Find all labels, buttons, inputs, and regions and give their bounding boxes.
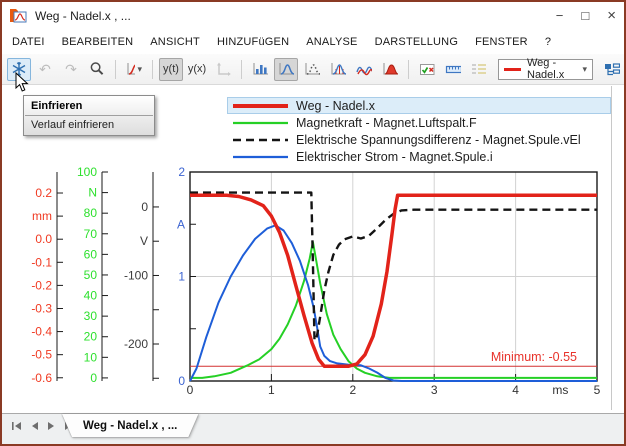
signal-tree-button[interactable]	[600, 58, 624, 81]
menu-item-datei[interactable]: DATEI	[12, 36, 45, 48]
window-title: Weg - Nadel.x , ...	[35, 9, 131, 23]
filled-chart-button[interactable]	[378, 58, 402, 81]
legend-label: Weg - Nadel.x	[296, 99, 375, 113]
toolbar-separator	[152, 60, 153, 79]
curve-icon	[126, 62, 135, 76]
menubar: DATEI BEARBEITEN ANSICHT HINZUFüGEN ANALYSE D…	[2, 29, 624, 54]
titlebar: Weg - Nadel.x , ... − □ ×	[2, 2, 624, 29]
redo-button[interactable]: ↷	[59, 58, 83, 81]
tooltip-title: Einfrieren	[24, 96, 154, 115]
freeze-tooltip: Einfrieren Verlauf einfrieren	[23, 95, 155, 136]
stem-curve-icon	[330, 62, 346, 76]
waves-icon	[356, 62, 372, 76]
legend-line-swatch	[232, 101, 289, 111]
dotted-chart-button[interactable]	[300, 58, 324, 81]
menu-item-fenster[interactable]: FENSTER	[475, 36, 528, 48]
chevron-down-icon: ▾	[582, 64, 587, 75]
tab-strip: Weg - Nadel.x , ...	[2, 413, 624, 444]
tree-icon	[604, 62, 620, 77]
tab-weg-nadel[interactable]: Weg - Nadel.x , ...	[62, 414, 198, 437]
filled-curve-icon	[382, 62, 398, 76]
undo-icon: ↶	[39, 62, 51, 76]
undo-button[interactable]: ↶	[33, 58, 57, 81]
first-tab-button[interactable]	[11, 421, 22, 431]
y-t-button[interactable]: y(t)	[159, 58, 183, 81]
signal-combobox[interactable]: Weg - Nadel.x ▾	[498, 59, 593, 80]
magnifier-icon	[89, 61, 105, 77]
overlay-chart-button[interactable]	[352, 58, 376, 81]
legend-line-swatch	[232, 152, 289, 162]
legend-line-swatch	[232, 135, 289, 145]
legend-label: Elektrischer Strom - Magnet.Spule.i	[296, 150, 493, 164]
toolbar: ↶ ↷ ▾ y(t) y(x)	[2, 54, 624, 85]
combobox-value: Weg - Nadel.x	[527, 57, 576, 81]
menu-item-analyse[interactable]: ANALYSE	[306, 36, 357, 48]
app-icon	[10, 8, 27, 23]
menu-item-hinzuf-gen[interactable]: HINZUFüGEN	[217, 36, 289, 48]
line-chart-icon	[278, 62, 294, 76]
ruler-icon	[445, 62, 461, 76]
legend-label: Magnetkraft - Magnet.Luftspalt.F	[296, 116, 477, 130]
bar-chart-icon	[252, 62, 268, 76]
swap-axes-button[interactable]	[211, 58, 235, 81]
maximize-button[interactable]: □	[581, 9, 589, 22]
menu-item-ansicht[interactable]: ANSICHT	[150, 36, 200, 48]
close-button[interactable]: ×	[607, 8, 616, 23]
validate-button[interactable]	[415, 58, 439, 81]
previous-tab-button[interactable]	[30, 421, 39, 431]
plot-window: Weg - Nadel.x , ... − □ × DATEI BEARBEITE…	[0, 0, 626, 446]
redo-icon: ↷	[65, 62, 77, 76]
signal-style-dropdown[interactable]: ▾	[122, 58, 146, 81]
legend-label: Elektrische Spannungsdifferenz - Magnet.…	[296, 133, 581, 147]
toolbar-separator	[408, 60, 409, 79]
next-tab-button[interactable]	[47, 421, 56, 431]
toolbar-separator	[241, 60, 242, 79]
menu-item-darstellung[interactable]: DARSTELLUNG	[375, 36, 459, 48]
stem-chart-button[interactable]	[326, 58, 350, 81]
minimize-button[interactable]: −	[556, 9, 564, 22]
y-x-button[interactable]: y(x)	[185, 58, 209, 81]
menu-item-[interactable]: ?	[545, 36, 551, 48]
chart-legend: Weg - Nadel.x Magnetkraft - Magnet.Luftsp…	[227, 97, 611, 165]
dotted-curve-icon	[304, 62, 320, 76]
red-line-icon	[504, 68, 521, 71]
ruler-button[interactable]	[441, 58, 465, 81]
legend-item-magnetkraft-magnet-luftspalt-f[interactable]: Magnetkraft - Magnet.Luftspalt.F	[227, 114, 611, 131]
legend-item-weg-nadel-x[interactable]: Weg - Nadel.x	[227, 97, 611, 114]
bar-chart-button[interactable]	[248, 58, 272, 81]
chevron-down-icon: ▾	[137, 64, 142, 75]
swap-axes-icon	[215, 62, 231, 77]
check-x-icon	[419, 62, 435, 76]
tooltip-subtitle: Verlauf einfrieren	[24, 116, 154, 135]
menu-item-bearbeiten[interactable]: BEARBEITEN	[62, 36, 134, 48]
toolbar-separator	[115, 60, 116, 79]
line-chart-button[interactable]	[274, 58, 298, 81]
legend-list-icon	[471, 62, 487, 76]
legend-panel-button[interactable]	[467, 58, 491, 81]
legend-line-swatch	[232, 118, 289, 128]
mouse-cursor	[15, 72, 30, 93]
zoom-button[interactable]	[85, 58, 109, 81]
legend-item-elektrische-spannungsdifferenz-magnet-spule-vel[interactable]: Elektrische Spannungsdifferenz - Magnet.…	[227, 131, 611, 148]
legend-item-elektrischer-strom-magnet-spule-i[interactable]: Elektrischer Strom - Magnet.Spule.i	[227, 148, 611, 165]
